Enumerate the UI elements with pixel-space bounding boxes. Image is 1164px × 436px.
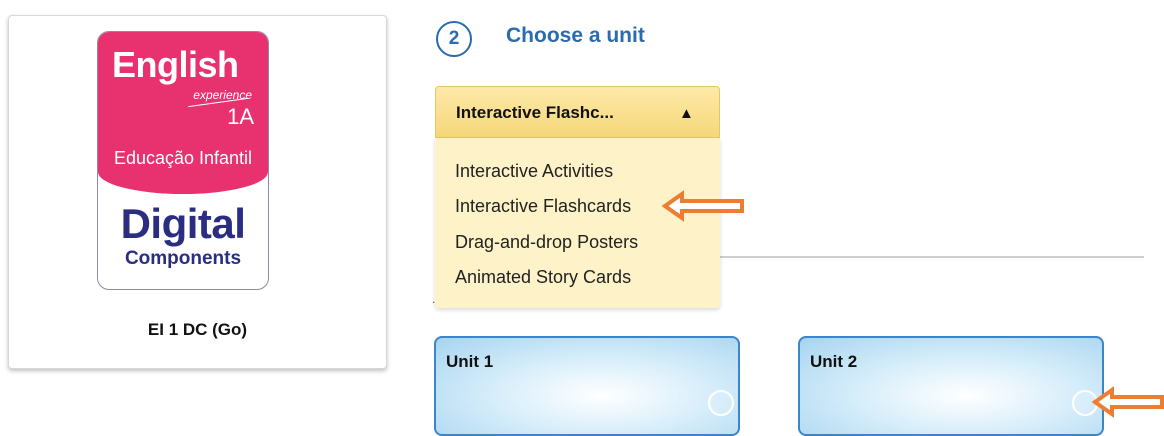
unit-type-dropdown[interactable]: Interactive Flashc... ▲ xyxy=(435,86,720,138)
menu-item-interactive-activities[interactable]: Interactive Activities xyxy=(455,161,613,182)
left-arrow-icon xyxy=(1092,386,1164,418)
divider xyxy=(720,256,1144,258)
cover-components: Components xyxy=(124,248,242,269)
unit-title: Unit 1 xyxy=(446,352,494,371)
product-label: EI 1 DC (Go) xyxy=(147,320,248,339)
product-card[interactable]: English experience 1A Educação Infantil … xyxy=(8,15,387,369)
select-circle-icon[interactable] xyxy=(708,390,734,416)
menu-item-drag-and-drop-posters[interactable]: Drag-and-drop Posters xyxy=(455,232,638,253)
caret-up-icon: ▲ xyxy=(679,105,694,122)
menu-item-interactive-flashcards[interactable]: Interactive Flashcards xyxy=(455,196,631,217)
dropdown-selected-label: Interactive Flashc... xyxy=(456,103,614,122)
menu-item-animated-story-cards[interactable]: Animated Story Cards xyxy=(455,267,631,288)
cover-digital: Digital xyxy=(120,200,246,247)
cover-edition: Educação Infantil xyxy=(113,148,253,168)
left-arrow-icon xyxy=(662,190,744,222)
step-title: Choose a unit xyxy=(506,24,645,47)
unit-card-1[interactable]: Unit 1 xyxy=(434,336,740,436)
unit-title: Unit 2 xyxy=(810,352,858,371)
cover-experience: experience xyxy=(193,88,252,102)
step-number-badge: 2 xyxy=(436,21,472,57)
cover-level: 1A xyxy=(227,104,254,129)
dropdown-menu: Interactive Activities Interactive Flash… xyxy=(435,138,720,308)
cover-brand: English xyxy=(112,44,239,85)
product-cover-image[interactable]: English experience 1A Educação Infantil … xyxy=(97,31,269,290)
unit-card-2[interactable]: Unit 2 xyxy=(798,336,1104,436)
